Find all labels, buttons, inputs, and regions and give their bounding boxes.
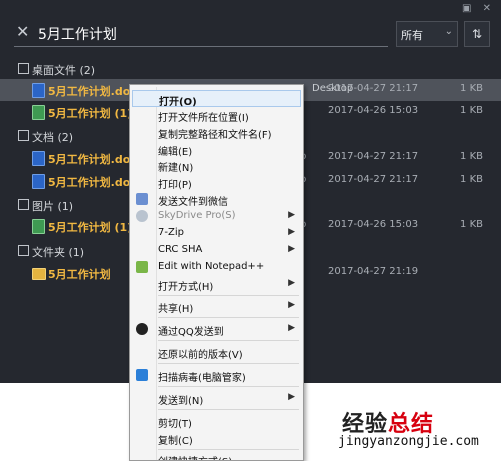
menu-item-label: 扫描病毒(电脑管家) [158,373,246,384]
gif-icon [32,105,45,120]
group-title: 桌面文件 (2) [32,64,96,77]
folder-icon [32,268,46,280]
menu-item-label: 发送文件到微信 [158,197,228,208]
shield-icon [136,369,148,381]
menu-item-restore-versions[interactable]: 还原以前的版本(V) [132,344,301,361]
menu-separator [158,295,299,296]
filter-selected: 所有 [401,29,423,42]
menu-item-label: Edit with Notepad++ [158,261,265,272]
folder-icon [18,245,29,256]
file-date: 2017-04-27 21:19 [328,266,419,277]
menu-item-qq-send[interactable]: 通过QQ发送到 ▶ [132,321,301,338]
menu-item-label: 复制完整路径和文件名(F) [158,130,272,141]
file-size: 1 KB [460,83,483,94]
menu-separator [158,317,299,318]
gif-icon [32,219,45,234]
word-icon [32,151,45,166]
menu-item-crc-sha[interactable]: CRC SHA ▶ [132,242,301,259]
menu-item-copy-path[interactable]: 复制完整路径和文件名(F) [132,124,301,141]
document-icon [18,130,29,141]
menu-item-new[interactable]: 新建(N) [132,157,301,174]
menu-item-send-wechat[interactable]: 发送文件到微信 [132,191,301,208]
watermark: 经验总结 jingyanzongjie.com [0,383,501,459]
menu-item-7zip[interactable]: 7-Zip ▶ [132,225,301,242]
menu-item-label: 通过QQ发送到 [158,327,224,338]
menu-item-open-location[interactable]: 打开文件所在位置(I) [132,107,301,124]
file-name: 5月工作计划 [48,268,111,281]
menu-item-open[interactable]: 打开(O) [132,90,301,108]
submenu-arrow-icon: ▶ [288,300,295,310]
skydrive-icon [136,210,148,222]
menu-separator [158,340,299,341]
menu-item-edit[interactable]: 编辑(E) [132,141,301,158]
search-input[interactable]: 5月工作计划 [38,24,117,44]
notepad-icon [136,261,148,273]
pin-icon[interactable]: ▣ [462,3,471,14]
file-size: 1 KB [460,105,483,116]
menu-item-label: 还原以前的版本(V) [158,350,243,361]
filter-dropdown[interactable]: 所有 ⌄ [396,21,458,47]
chevron-down-icon: ⌄ [444,26,453,37]
file-date: 2017-04-26 15:03 [328,219,419,230]
menu-item-label: SkyDrive Pro(S) [158,210,236,221]
group-desktop-files: 桌面文件 (2) [0,60,501,78]
image-icon [18,199,29,210]
menu-item-label: 打开文件所在位置(I) [158,113,249,124]
menu-item-share[interactable]: 共享(H) ▶ [132,298,301,315]
submenu-arrow-icon: ▶ [288,210,295,220]
word-icon [32,83,45,98]
menu-item-label: 打开方式(H) [158,282,214,293]
search-bar[interactable]: ✕ 5月工作计划 [14,20,388,47]
file-date: 2017-04-27 21:17 [328,83,419,94]
menu-item-label: 打印(P) [158,180,192,191]
sort-button[interactable]: ⇅ [464,21,490,47]
window-controls: ▣ ✕ [454,3,491,14]
menu-item-label: 7-Zip [158,227,184,238]
file-date: 2017-04-27 21:17 [328,151,419,162]
submenu-arrow-icon: ▶ [288,278,295,288]
menu-item-label: CRC SHA [158,244,203,255]
submenu-arrow-icon: ▶ [288,227,295,237]
submenu-arrow-icon: ▶ [288,244,295,254]
menu-item-label: 打开(O) [159,97,197,108]
menu-item-open-with[interactable]: 打开方式(H) ▶ [132,276,301,293]
wechat-transfer-icon [136,193,148,205]
file-size: 1 KB [460,174,483,185]
group-title: 文件夹 (1) [32,246,85,259]
menu-item-label: 编辑(E) [158,147,193,158]
file-size: 1 KB [460,151,483,162]
watermark-url: jingyanzongjie.com [338,434,479,449]
menu-item-label: 共享(H) [158,304,194,315]
menu-item-notepad[interactable]: Edit with Notepad++ [132,259,301,276]
close-window-icon[interactable]: ✕ [483,3,491,14]
file-date: 2017-04-26 15:03 [328,105,419,116]
sort-icon: ⇅ [471,27,483,41]
word-icon [32,174,45,189]
file-size: 1 KB [460,219,483,230]
desktop-icon [18,63,29,74]
menu-separator [158,363,299,364]
group-title: 图片 (1) [32,200,74,213]
close-icon[interactable]: ✕ [16,23,29,41]
group-title: 文档 (2) [32,131,74,144]
menu-item-print[interactable]: 打印(P) [132,174,301,191]
qq-icon [136,323,148,335]
menu-item-label: 新建(N) [158,163,194,174]
menu-item-skydrive[interactable]: SkyDrive Pro(S) ▶ [132,208,301,225]
menu-item-virus-scan[interactable]: 扫描病毒(电脑管家) [132,367,301,384]
file-date: 2017-04-27 21:17 [328,174,419,185]
submenu-arrow-icon: ▶ [288,323,295,333]
